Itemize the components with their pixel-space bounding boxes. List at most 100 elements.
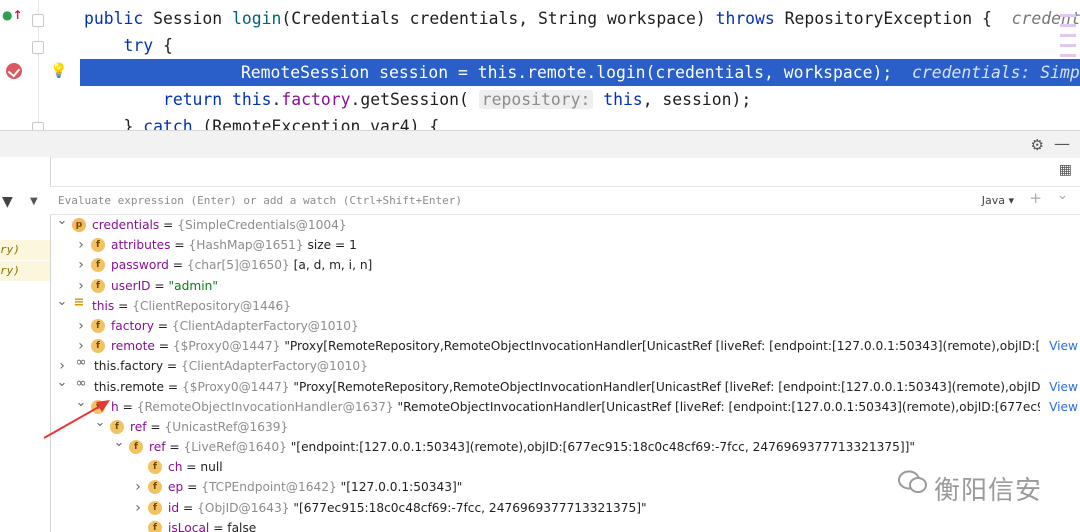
field-icon: f <box>129 440 143 455</box>
code-token: (Credentials credentials, String workspa… <box>281 9 716 28</box>
expand-open-icon[interactable]: ⌄ <box>75 393 87 413</box>
view-link[interactable]: View <box>1049 377 1078 397</box>
layout-icon[interactable]: ▦ <box>1059 162 1072 178</box>
view-link[interactable]: View <box>1049 397 1078 417</box>
stack-frame-1[interactable]: ry) <box>0 240 50 260</box>
expand-open-icon[interactable]: ⌄ <box>56 373 68 393</box>
code-line-5[interactable]: } catch (RemoteException var4) { <box>84 113 439 130</box>
scrollbar-markers[interactable] <box>1060 14 1076 64</box>
variable-value: null <box>200 460 223 475</box>
code-token: credentials: SimpleCredent <box>912 63 1080 82</box>
variable-text: ref = {UnicastRef@1639} <box>130 419 289 434</box>
implements-method-icon[interactable]: ●↑ <box>2 8 23 22</box>
field-icon: f <box>91 258 105 273</box>
field-icon: f <box>91 399 105 414</box>
view-link[interactable]: View <box>1049 336 1078 356</box>
variable-row[interactable]: › f remote = {$Proxy0@1447} "Proxy[RemoteR… <box>50 336 1080 356</box>
variable-name: credentials <box>92 218 160 232</box>
variable-value: "Proxy[RemoteRepository,RemoteObjectInvo… <box>284 339 1040 354</box>
fold-marker-icon[interactable] <box>32 41 44 54</box>
variable-row[interactable]: ⌄ ≡ this = {ClientRepository@1446} <box>50 294 1080 316</box>
variable-value: "admin" <box>168 278 218 293</box>
expand-open-icon[interactable]: ⌄ <box>56 215 68 231</box>
evaluate-expression-input[interactable]: Evaluate expression (Enter) or add a wat… <box>58 187 462 214</box>
variable-row[interactable]: ⌄ f ref = {UnicastRef@1639} <box>50 415 1080 437</box>
gear-icon[interactable]: ⚙ <box>1031 136 1044 154</box>
variable-type: {TCPEndpoint@1642} <box>201 480 337 495</box>
variable-type: {ClientAdapterFactory@1010} <box>171 318 359 333</box>
variable-text: id = {ObjID@1643} "[677ec915:18c0c48cf69… <box>168 500 647 515</box>
variable-name: ref <box>130 419 147 434</box>
expand-closed-icon[interactable]: › <box>132 498 144 518</box>
variable-name: isLocal <box>168 520 210 532</box>
code-token: , session); <box>642 90 752 109</box>
language-selector[interactable]: Java ▾ <box>982 187 1014 214</box>
code-token: this <box>477 63 518 82</box>
expand-closed-icon[interactable]: › <box>132 477 144 497</box>
code-line-4[interactable]: return this.factory.getSession( reposito… <box>84 86 751 113</box>
variable-name: userID <box>111 278 151 293</box>
variable-row[interactable]: › f factory = {ClientAdapterFactory@1010} <box>50 316 1080 336</box>
variable-name: ch <box>168 460 183 475</box>
breakpoint-icon[interactable] <box>6 63 22 79</box>
code-token: .remote.login(credentials, workspace); <box>517 63 912 82</box>
current-execution-line[interactable]: RemoteSession session = this.remote.logi… <box>80 59 1080 86</box>
code-line-2[interactable]: try { <box>84 32 172 59</box>
variable-text: ch = null <box>168 460 223 475</box>
variable-value: "[endpoint:[127.0.0.1:50343](remote),obj… <box>290 440 916 455</box>
code-line-1[interactable]: public Session login(Credentials credent… <box>84 5 1080 32</box>
field-icon: f <box>91 339 105 354</box>
fold-marker-icon[interactable] <box>32 14 44 27</box>
variable-type: {LiveRef@1640} <box>183 440 287 455</box>
code-token: } <box>84 117 144 130</box>
variable-row[interactable]: ⌄ f h = {RemoteObjectInvocationHandler@163… <box>50 395 1080 417</box>
code-editor[interactable]: ●↑ public Session login(Credentials cred… <box>0 0 1080 130</box>
field-icon: f <box>91 318 105 333</box>
variable-row[interactable]: › f userID = "admin" <box>50 276 1080 296</box>
variable-type: {char[5]@1650} <box>186 258 290 273</box>
variable-row[interactable]: f isLocal = false <box>50 518 1080 532</box>
watch-icon: ∞ <box>75 375 87 391</box>
code-token: public <box>84 9 154 28</box>
fold-marker-icon[interactable] <box>32 122 44 130</box>
code-token: factory <box>281 90 351 109</box>
variable-row[interactable]: › ∞ this.factory = {ClientAdapterFactory@1… <box>50 356 1080 376</box>
debug-toolbar: ⚙ — <box>0 130 1080 158</box>
expand-closed-icon[interactable]: › <box>75 276 87 296</box>
stack-frame-2[interactable]: ry) <box>0 261 50 281</box>
lightbulb-icon[interactable]: 💡 <box>50 61 68 81</box>
variable-text: ref = {LiveRef@1640} "[endpoint:[127.0.0… <box>149 440 916 455</box>
parameter-icon: p <box>72 218 86 232</box>
variable-row[interactable]: › f password = {char[5]@1650} [a, d, m, i,… <box>50 255 1080 275</box>
variable-row[interactable]: ⌄ p credentials = {SimpleCredentials@1004} <box>50 215 1080 235</box>
variable-text: credentials = {SimpleCredentials@1004} <box>92 218 347 232</box>
variable-value: false <box>227 520 257 532</box>
chevron-down-icon[interactable]: ⌄ <box>1057 188 1068 203</box>
add-watch-icon[interactable]: + <box>1029 189 1042 207</box>
expand-closed-icon[interactable]: › <box>75 336 87 356</box>
code-token: (RemoteException var4) { <box>192 117 440 130</box>
expand-open-icon[interactable]: ⌄ <box>94 413 106 433</box>
variable-row[interactable]: › f id = {ObjID@1643} "[677ec915:18c0c48cf… <box>50 498 1080 518</box>
variable-value: "Proxy[RemoteRepository,RemoteObjectInvo… <box>293 379 1040 394</box>
expand-closed-icon[interactable]: › <box>75 235 87 255</box>
watch-expression-bar[interactable]: Evaluate expression (Enter) or add a wat… <box>50 186 1080 215</box>
code-line-3[interactable]: RemoteSession session = this.remote.logi… <box>162 59 1080 86</box>
field-icon: f <box>91 238 105 253</box>
wechat-logo-icon <box>898 470 927 493</box>
variable-name: h <box>111 399 119 414</box>
variable-row[interactable]: › f attributes = {HashMap@1651} size = 1 <box>50 235 1080 255</box>
variable-type: {SimpleCredentials@1004} <box>177 218 347 232</box>
variable-value: "RemoteObjectInvocationHandler[UnicastRe… <box>397 399 1041 414</box>
chevron-down-icon[interactable]: ▼ <box>30 196 38 207</box>
expand-closed-icon[interactable]: › <box>75 255 87 275</box>
variable-row[interactable]: ⌄ f ref = {LiveRef@1640} "[endpoint:[127.0… <box>50 435 1080 457</box>
expand-open-icon[interactable]: ⌄ <box>56 292 68 312</box>
filter-icon[interactable]: ▼ <box>2 194 13 210</box>
expand-closed-icon[interactable]: › <box>75 316 87 336</box>
variable-row[interactable]: ⌄ ∞ this.remote = {$Proxy0@1447} "Proxy[Re… <box>50 375 1080 397</box>
expand-open-icon[interactable]: ⌄ <box>113 433 125 453</box>
code-token: repository: <box>478 90 594 109</box>
minimize-icon[interactable]: — <box>1054 134 1070 153</box>
